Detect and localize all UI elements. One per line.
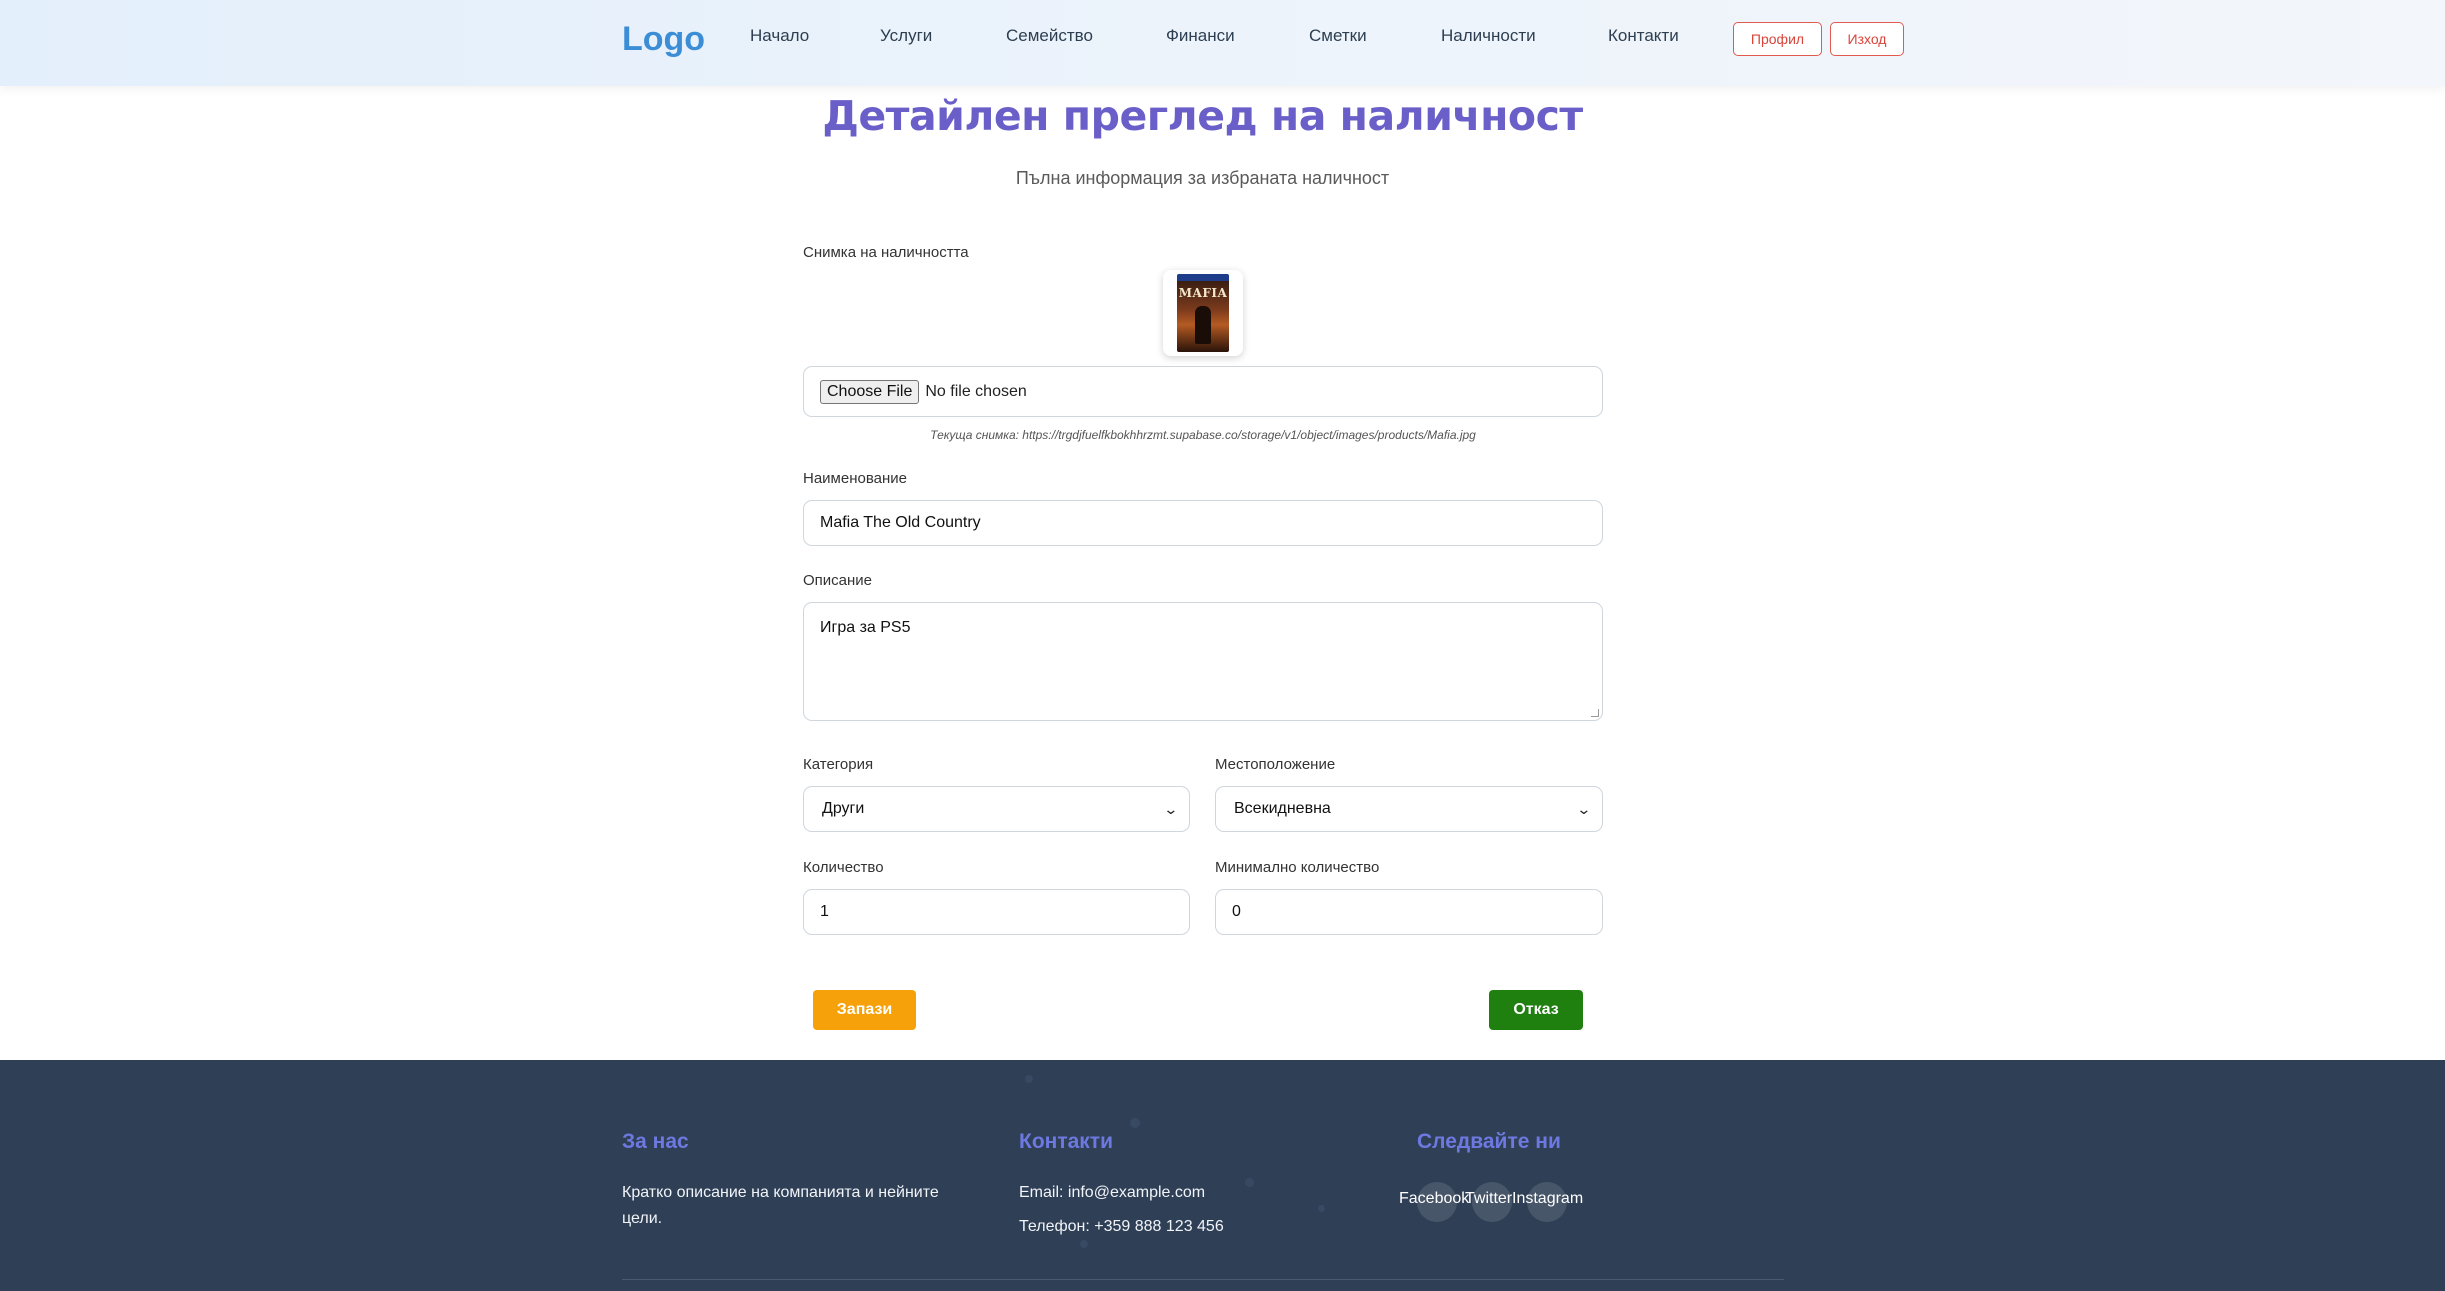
file-status: No file chosen	[925, 382, 1027, 400]
category-value: Други	[822, 800, 865, 817]
min-quantity-label: Минимално количество	[1215, 859, 1380, 876]
decor-dot	[1025, 1075, 1033, 1083]
category-label: Категория	[803, 756, 874, 773]
save-button[interactable]: Запази	[813, 990, 916, 1030]
game-cover-image: MAFIA	[1177, 274, 1229, 352]
top-navbar: Logo Начало Услуги Семейство Финанси Сме…	[0, 0, 2445, 86]
choose-file-button[interactable]: Choose File	[820, 379, 920, 404]
contacts-title: Контакти	[1019, 1130, 1113, 1153]
name-label: Наименование	[803, 470, 907, 487]
product-photo: MAFIA	[1163, 270, 1243, 356]
location-label: Местоположение	[1215, 756, 1336, 773]
page-title: Детайлен преглед на наличност	[822, 92, 1583, 140]
profile-button[interactable]: Профил	[1733, 22, 1822, 56]
instagram-link[interactable]: Instagram	[1512, 1190, 1583, 1208]
cover-figure	[1195, 306, 1211, 344]
photo-label: Снимка на наличността	[803, 244, 969, 261]
resize-handle-icon[interactable]	[1591, 709, 1599, 717]
min-quantity-input[interactable]: 0	[1215, 889, 1603, 935]
logout-button[interactable]: Изход	[1830, 22, 1904, 56]
name-input[interactable]: Mafia The Old Country	[803, 500, 1603, 546]
about-text: Кратко описание на компанията и нейните …	[622, 1184, 939, 1227]
decor-dot	[1130, 1118, 1140, 1128]
description-textarea[interactable]: Игра за PS5	[803, 602, 1603, 721]
location-value: Всекидневна	[1234, 800, 1331, 817]
follow-title: Следвайте ни	[1417, 1130, 1561, 1153]
cover-title: MAFIA	[1178, 286, 1228, 300]
nav-contacts[interactable]: Контакти	[1608, 26, 1679, 46]
facebook-link[interactable]: Facebook	[1399, 1190, 1469, 1208]
quantity-label: Количество	[803, 859, 884, 876]
location-select[interactable]: Всекидневна ⌄	[1215, 786, 1603, 832]
nav-services[interactable]: Услуги	[880, 26, 932, 46]
decor-dot	[1318, 1205, 1325, 1212]
quantity-input[interactable]: 1	[803, 889, 1190, 935]
description-text: Игра за PS5	[820, 619, 911, 636]
chevron-down-icon: ⌄	[1163, 800, 1179, 817]
logo[interactable]: Logo	[622, 20, 705, 59]
nav-accounts[interactable]: Сметки	[1309, 26, 1367, 46]
nav-finance[interactable]: Финанси	[1166, 26, 1235, 46]
category-select[interactable]: Други ⌄	[803, 786, 1190, 832]
current-image-path: Текуща снимка: https://trgdjfuelfkbokhhr…	[930, 428, 1476, 442]
file-input[interactable]: Choose File No file chosen	[803, 366, 1603, 417]
decor-dot	[1245, 1178, 1254, 1187]
contact-phone: Телефон: +359 888 123 456	[1019, 1218, 1224, 1235]
nav-home[interactable]: Начало	[750, 26, 809, 46]
twitter-link[interactable]: Twitter	[1465, 1190, 1512, 1208]
contact-email: Email: info@example.com	[1019, 1184, 1206, 1201]
chevron-down-icon: ⌄	[1576, 800, 1592, 817]
page-subtitle: Пълна информация за избраната наличност	[1015, 168, 1390, 188]
footer: За нас Кратко описание на компанията и н…	[0, 1060, 2445, 1291]
nav-inventory[interactable]: Наличности	[1441, 26, 1536, 46]
decor-dot	[1080, 1240, 1088, 1248]
description-label: Описание	[803, 572, 873, 589]
about-title: За нас	[622, 1130, 689, 1153]
nav-family[interactable]: Семейство	[1006, 26, 1093, 46]
footer-divider	[622, 1279, 1784, 1280]
cancel-button[interactable]: Отказ	[1489, 990, 1583, 1030]
